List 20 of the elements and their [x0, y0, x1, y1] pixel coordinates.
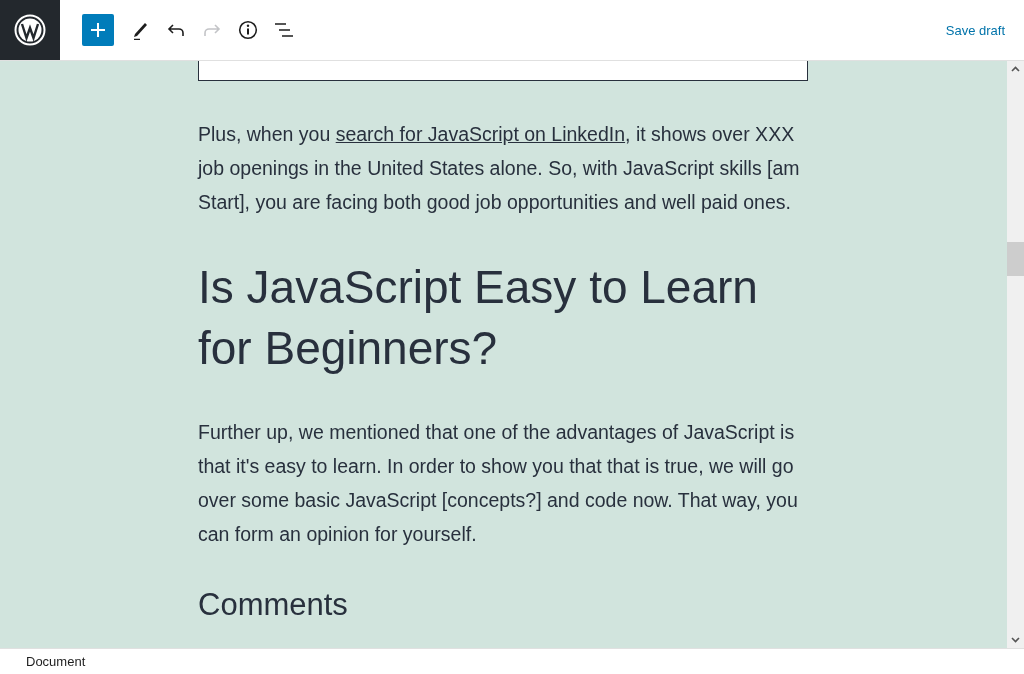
link[interactable]: search for JavaScript on LinkedIn	[335, 123, 626, 145]
plus-icon	[91, 23, 105, 37]
scroll-up-icon	[1011, 66, 1020, 72]
heading: Comments	[198, 586, 349, 624]
scroll-down-icon	[1011, 637, 1020, 643]
pencil-icon	[131, 20, 149, 40]
list-icon	[274, 22, 294, 38]
wordpress-logo-icon	[14, 14, 46, 46]
scrollbar-thumb[interactable]	[1007, 242, 1024, 276]
redo-icon	[203, 23, 221, 37]
add-block-button[interactable]	[82, 14, 114, 46]
wordpress-logo[interactable]	[0, 0, 60, 60]
paragraph: Plus, when you search for JavaScript on LinkedIn, it shows over XXX job openings in the United States alone. So, with JavaScript skills [am Start], you are facing both good job opportunities and well paid ones.	[198, 122, 801, 215]
info-icon	[238, 20, 258, 40]
paragraph: Further up, we mentioned that one of the advantages of JavaScript is that it's easy to learn. In order to show you that that is true, we will go over some basic JavaScript [concepts?] and code now. That way, you can form an opinion for yourself.	[198, 420, 799, 547]
undo-icon	[167, 23, 185, 37]
breadcrumb[interactable]: Document	[26, 654, 86, 669]
heading: Is JavaScript Easy to Learn for Beginners?	[198, 260, 759, 376]
scrollbar[interactable]	[1007, 61, 1024, 648]
save-draft-button[interactable]: Save draft	[945, 18, 1005, 42]
